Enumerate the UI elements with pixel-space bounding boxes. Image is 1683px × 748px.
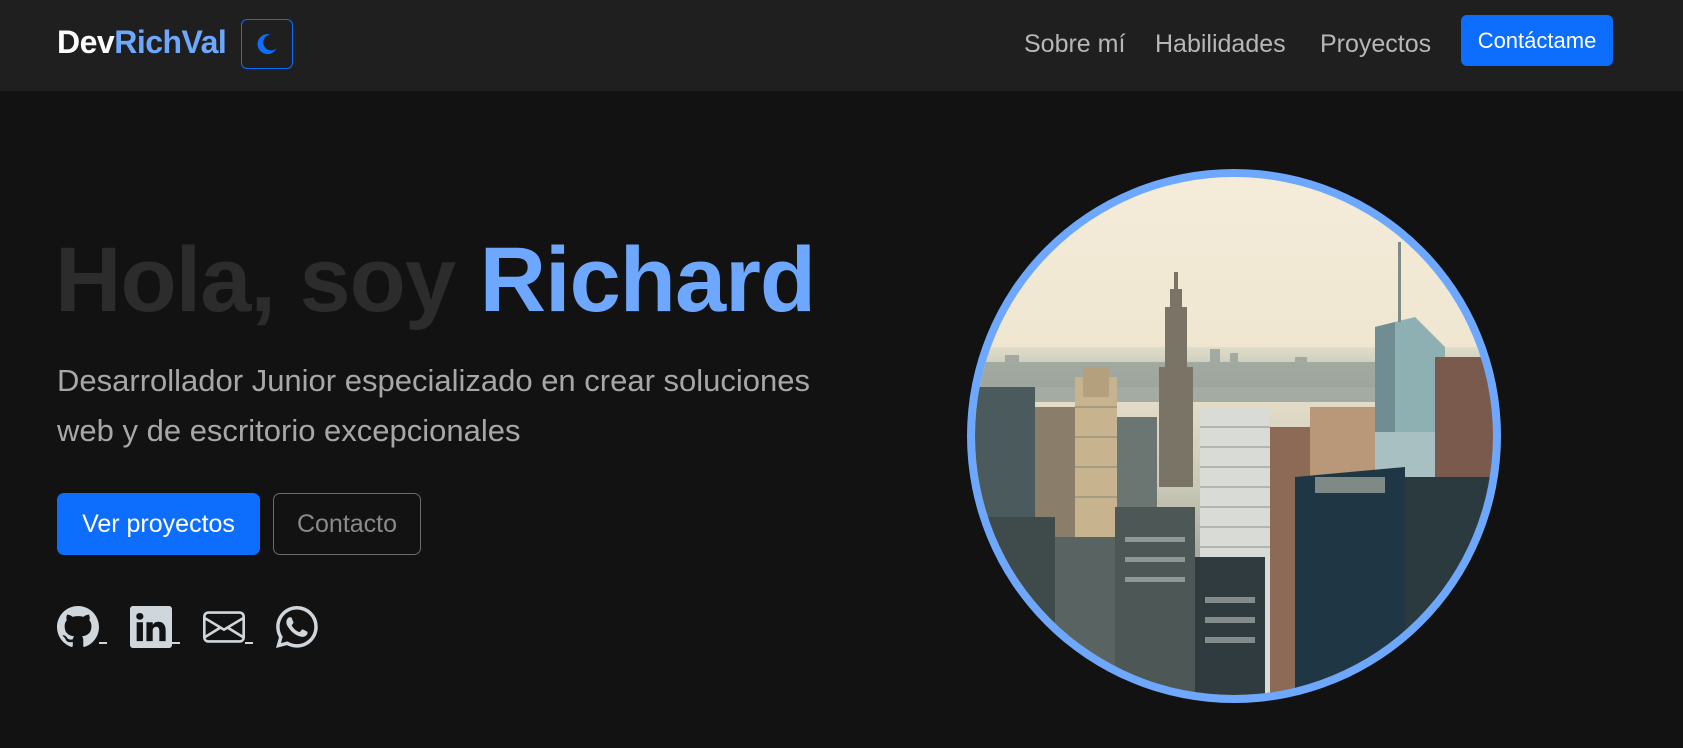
hero-subtitle-line1: Desarrollador Junior especializado en cr…: [57, 363, 811, 398]
hero-subtitle-line2: web y de escritorio excepcionales: [57, 413, 521, 448]
github-link-underline: [99, 642, 107, 644]
hero-name: Richard: [479, 229, 817, 331]
whatsapp-icon: [276, 606, 318, 648]
contact-button[interactable]: Contacto: [273, 493, 421, 555]
nav-link-proyectos[interactable]: Proyectos: [1320, 24, 1431, 64]
brand-logo[interactable]: DevRichVal: [57, 22, 227, 62]
view-projects-button[interactable]: Ver proyectos: [57, 493, 260, 555]
contact-cta-button[interactable]: Contáctame: [1461, 15, 1613, 66]
hero-subtitle: Desarrollador Junior especializado en cr…: [57, 356, 857, 456]
email-icon: [203, 611, 245, 643]
city-skyline-photo: [975, 177, 1493, 695]
github-icon: [57, 606, 99, 647]
email-link-underline: [245, 642, 253, 644]
email-link[interactable]: [203, 602, 253, 648]
hero-title: Hola, soy Richard: [55, 228, 817, 332]
profile-photo-frame: [967, 169, 1501, 703]
whatsapp-link[interactable]: [276, 602, 326, 648]
brand-part-richval: RichVal: [114, 24, 227, 60]
navbar: DevRichVal Sobre mí Habilidades Proyecto…: [0, 0, 1683, 91]
linkedin-link-underline: [172, 642, 180, 644]
linkedin-link[interactable]: [130, 602, 180, 648]
brand-part-dev: Dev: [57, 24, 115, 60]
hero-greeting: Hola, soy: [55, 229, 480, 331]
theme-toggle-button[interactable]: [241, 19, 293, 69]
moon-icon: [257, 34, 277, 55]
nav-link-habilidades[interactable]: Habilidades: [1155, 24, 1286, 64]
nav-link-sobre-mi[interactable]: Sobre mí: [1024, 24, 1125, 64]
linkedin-icon: [130, 606, 172, 648]
github-link[interactable]: [57, 602, 107, 648]
